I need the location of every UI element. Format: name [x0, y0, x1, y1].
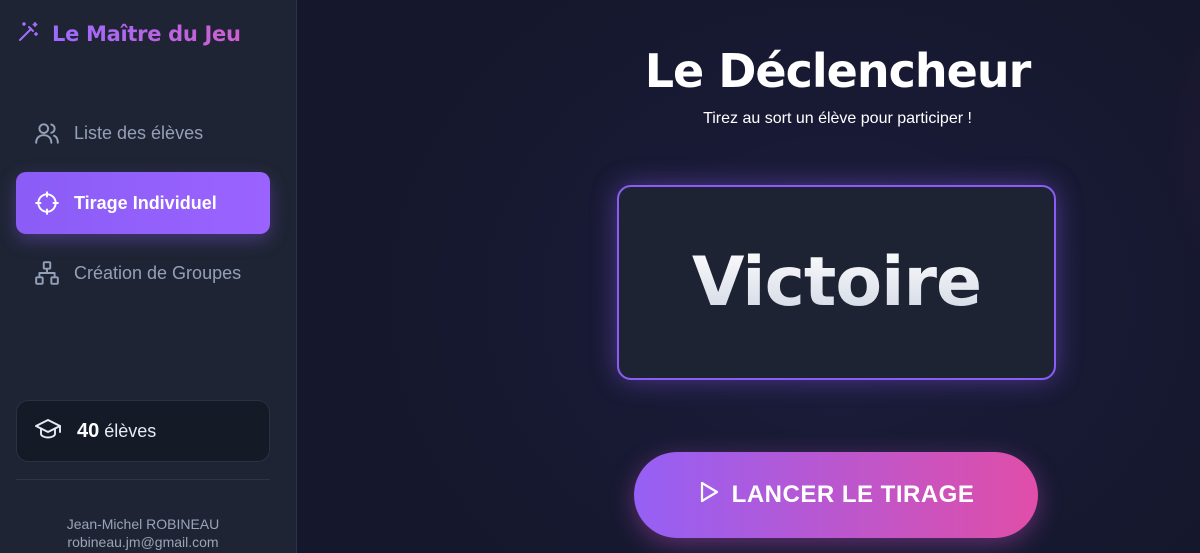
launch-draw-label: LANCER LE TIRAGE — [731, 481, 975, 508]
sidebar-item-individual-draw[interactable]: Tirage Individuel — [16, 172, 270, 234]
target-icon — [34, 190, 60, 216]
users-icon — [34, 120, 60, 146]
sidebar: Le Maître du Jeu Liste des élèves Tirage… — [0, 0, 297, 553]
sidebar-item-label: Tirage Individuel — [74, 192, 217, 213]
launch-draw-button[interactable]: LANCER LE TIRAGE — [634, 452, 1038, 538]
sidebar-item-students-list[interactable]: Liste des élèves — [16, 102, 270, 164]
sidebar-item-label: Liste des élèves — [74, 122, 204, 143]
magic-wand-icon — [16, 20, 40, 48]
brand[interactable]: Le Maître du Jeu — [16, 20, 241, 48]
page-subtitle: Tirez au sort un élève pour participer ! — [703, 110, 972, 127]
app-root: Le Maître du Jeu Liste des élèves Tirage… — [0, 0, 1200, 553]
drawn-student-name: Victoire — [691, 243, 982, 322]
graduation-cap-icon — [35, 418, 61, 445]
sidebar-item-group-creation[interactable]: Création de Groupes — [16, 242, 270, 304]
user-email: robineau.jm@gmail.com — [67, 534, 219, 550]
student-count-number: 40 — [77, 419, 100, 442]
brand-title: Le Maître du Jeu — [52, 22, 241, 46]
student-count-card: 40 élèves — [16, 400, 270, 462]
sitemap-icon — [34, 260, 60, 286]
sidebar-item-label: Création de Groupes — [74, 262, 242, 283]
play-icon — [698, 480, 720, 511]
page-title: Le Déclencheur — [644, 44, 1032, 98]
draw-result-box: Victoire — [617, 185, 1056, 380]
user-name: Jean-Michel ROBINEAU — [66, 516, 220, 532]
main-content: Le Déclencheur Tirez au sort un élève po… — [297, 0, 1200, 553]
student-count-label: élèves — [104, 420, 157, 441]
user-info: Jean-Michel ROBINEAU robineau.jm@gmail.c… — [0, 515, 286, 551]
sidebar-divider — [16, 479, 270, 480]
